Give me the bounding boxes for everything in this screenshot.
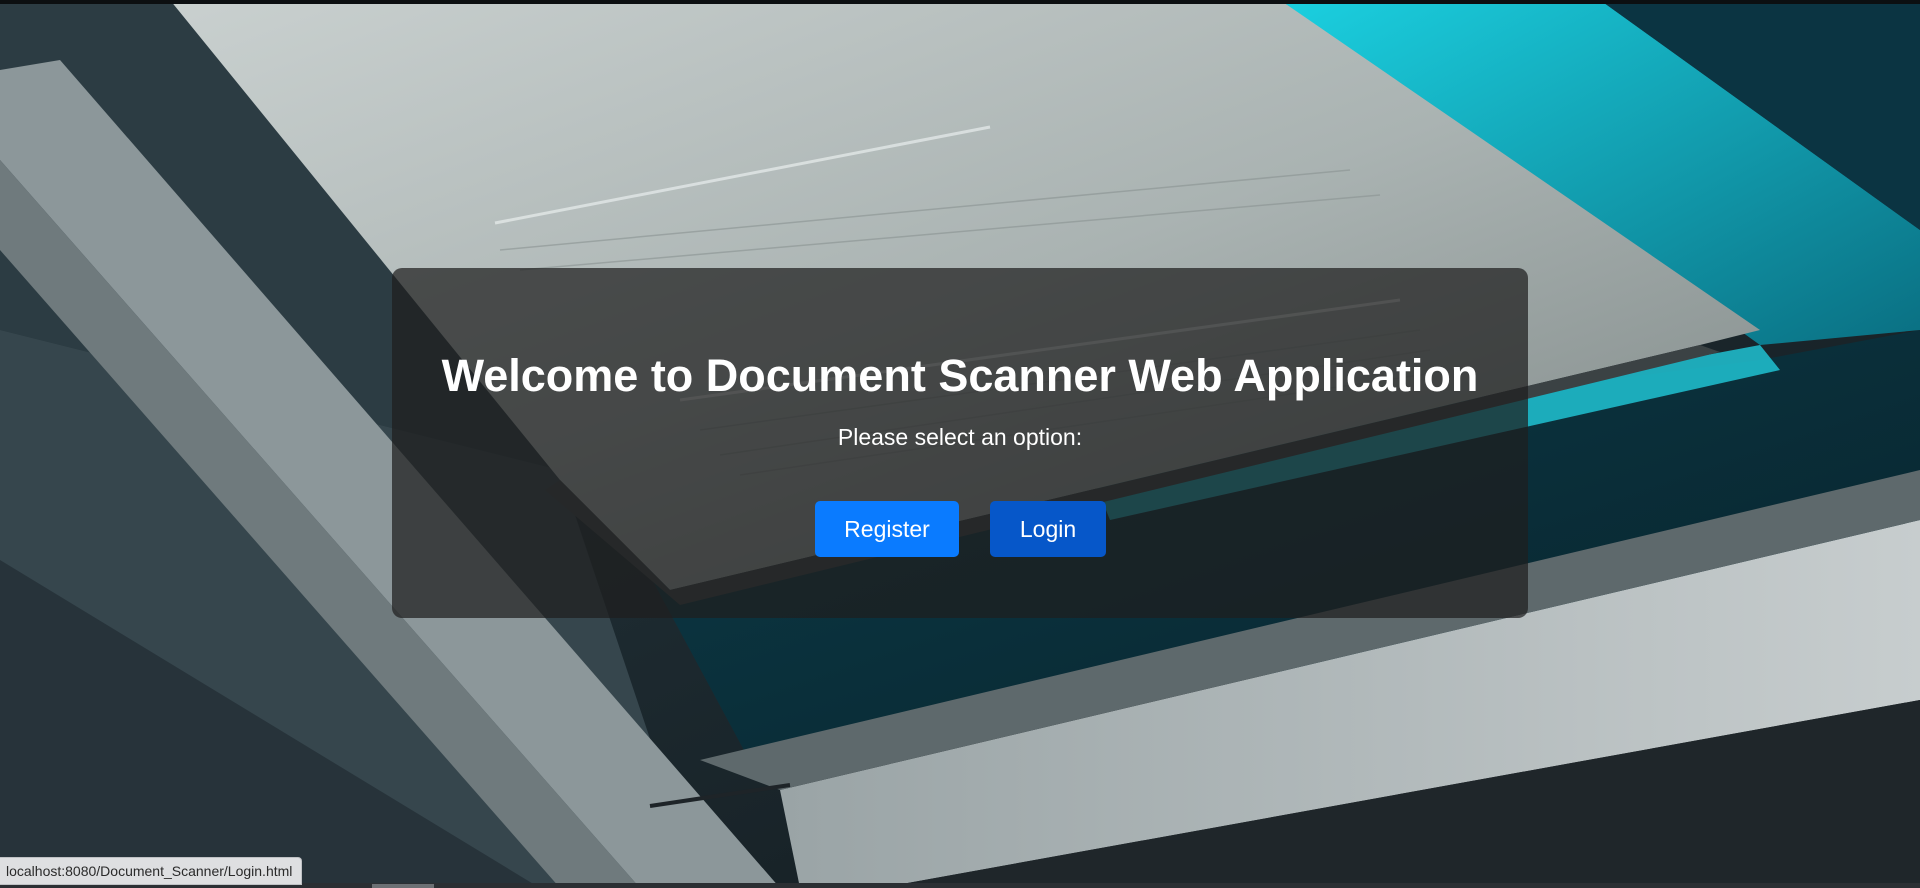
page: Welcome to Document Scanner Web Applicat… [0,0,1920,888]
page-title: Welcome to Document Scanner Web Applicat… [441,350,1479,401]
scrollbar-thumb[interactable] [372,884,434,888]
login-button[interactable]: Login [990,501,1106,557]
option-prompt: Please select an option: [837,424,1083,450]
status-bar-url: localhost:8080/Document_Scanner/Login.ht… [0,857,303,885]
top-edge-strip [0,0,1920,4]
welcome-panel: Welcome to Document Scanner Web Applicat… [392,268,1528,618]
register-button[interactable]: Register [815,501,959,557]
